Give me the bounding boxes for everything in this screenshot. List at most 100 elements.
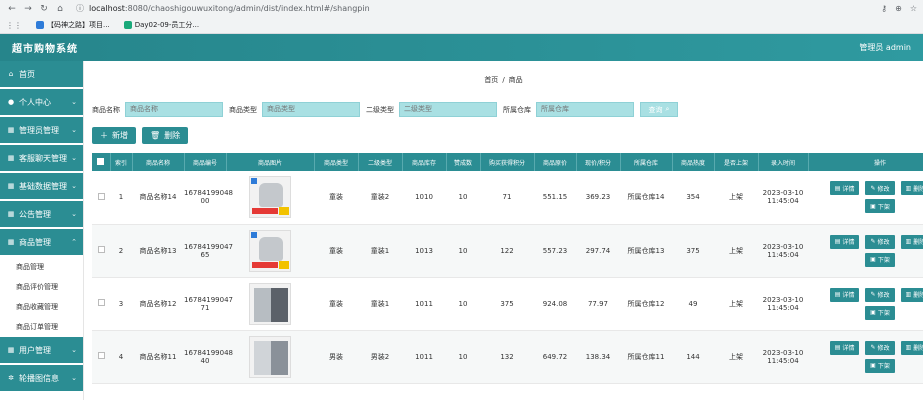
row-delete-button[interactable]: ▥ 删除 bbox=[900, 340, 923, 355]
sidebar-item-profile[interactable]: ● 个人中心 ⌄ bbox=[0, 89, 83, 115]
edit-button[interactable]: ✎ 修改 bbox=[865, 234, 895, 249]
user-info[interactable]: 管理员 admin bbox=[859, 42, 911, 53]
home-nav-icon[interactable]: ⌂ bbox=[54, 4, 66, 14]
submenu-item-reviews[interactable]: 商品评价管理 bbox=[0, 277, 83, 297]
reload-icon[interactable]: ↻ bbox=[38, 4, 50, 14]
cell-index: 1 bbox=[110, 171, 132, 225]
bookmark-label: 【码神之路】项目... bbox=[47, 21, 110, 29]
row-select-cell[interactable] bbox=[92, 330, 110, 384]
cell-time: 2023-03-10 11:45:04 bbox=[758, 277, 808, 331]
off-shelf-label: 下架 bbox=[877, 257, 890, 264]
user-icon: ● bbox=[7, 98, 15, 106]
cell-shelf: 上架 bbox=[714, 277, 758, 331]
cell-now: 369.23 bbox=[576, 171, 620, 225]
edit-button[interactable]: ✎ 修改 bbox=[865, 181, 895, 196]
off-shelf-button[interactable]: ▣ 下架 bbox=[865, 305, 895, 320]
type-select[interactable] bbox=[262, 102, 360, 117]
search-button[interactable]: 查询 ⌕ bbox=[640, 102, 678, 117]
cell-heat: 49 bbox=[672, 277, 714, 331]
product-image[interactable] bbox=[249, 176, 291, 219]
breadcrumb: 首页 / 商品 bbox=[84, 75, 923, 87]
select-all-cell[interactable] bbox=[92, 153, 111, 171]
row-delete-button[interactable]: ▥ 删除 bbox=[900, 234, 923, 249]
select-all-checkbox[interactable] bbox=[97, 157, 105, 165]
cell-points: 71 bbox=[480, 171, 534, 225]
apps-icon[interactable]: ⋮⋮ bbox=[6, 21, 22, 30]
grid-icon: ▦ bbox=[7, 238, 15, 246]
sidebar-item-label: 公告管理 bbox=[19, 209, 51, 219]
detail-label: 详情 bbox=[842, 185, 855, 193]
col-header: 录入时间 bbox=[758, 153, 809, 171]
row-delete-button[interactable]: ▥ 删除 bbox=[900, 181, 923, 196]
row-delete-label: 删除 bbox=[913, 239, 923, 246]
warehouse-select[interactable] bbox=[536, 102, 634, 117]
cell-price: 924.08 bbox=[534, 277, 576, 331]
off-shelf-button[interactable]: ▣ 下架 bbox=[865, 358, 895, 373]
row-checkbox[interactable] bbox=[97, 192, 105, 200]
sidebar-item-notice[interactable]: ▦ 公告管理 ⌄ bbox=[0, 201, 83, 227]
cell-name: 商品名称12 bbox=[132, 277, 184, 331]
cell-price: 649.72 bbox=[534, 330, 576, 384]
cell-type: 童装 bbox=[314, 224, 358, 278]
sidebar-item-basedata[interactable]: ▦ 基础数据管理 ⌄ bbox=[0, 173, 83, 199]
detail-button[interactable]: ▤ 详情 bbox=[829, 340, 860, 355]
address-row: ← → ↻ ⌂ ⓘ localhost:8080/chaoshigouwuxit… bbox=[0, 0, 923, 17]
breadcrumb-home[interactable]: 首页 bbox=[484, 76, 498, 84]
off-shelf-button[interactable]: ▣ 下架 bbox=[865, 199, 895, 214]
table-row: 3 商品名称12 16784199047 71 童装 童装1 1011 10 3… bbox=[92, 277, 923, 331]
edit-button[interactable]: ✎ 修改 bbox=[865, 340, 895, 355]
back-icon[interactable]: ← bbox=[6, 4, 18, 14]
cell-name: 商品名称13 bbox=[132, 224, 184, 278]
table-row: 4 商品名称11 16784199048 40 男装 男装2 1011 10 1… bbox=[92, 330, 923, 384]
add-button[interactable]: ＋ 新增 bbox=[92, 127, 136, 144]
cell-image bbox=[226, 330, 314, 384]
product-image[interactable] bbox=[249, 282, 291, 325]
main-content: 首页/商品 商品名称 商品类型 二级类型 所属仓库 查询⌕ ＋新增 🗑删除 索引… bbox=[84, 61, 923, 400]
address-bar[interactable]: ⓘ localhost:8080/chaoshigouwuxitong/admi… bbox=[76, 3, 370, 14]
search-icon: ⌕ bbox=[665, 105, 670, 113]
forward-icon[interactable]: → bbox=[22, 4, 34, 14]
app-title: 超市购物系统 bbox=[12, 44, 78, 55]
submenu-item-favorites[interactable]: 商品收藏管理 bbox=[0, 297, 83, 317]
detail-button[interactable]: ▤ 详情 bbox=[829, 234, 860, 249]
sidebar-item-chat[interactable]: ▦ 客服聊天管理 ⌄ bbox=[0, 145, 83, 171]
product-image[interactable] bbox=[249, 335, 291, 378]
zoom-icon[interactable]: ⊕ bbox=[895, 4, 902, 13]
cell-time: 2023-03-10 11:45:04 bbox=[758, 224, 808, 278]
sidebar-item-home[interactable]: ⌂ 首页 bbox=[0, 61, 83, 87]
key-icon[interactable]: ⚷ bbox=[881, 4, 887, 13]
name-input[interactable] bbox=[125, 102, 223, 117]
star-icon[interactable]: ☆ bbox=[910, 4, 917, 13]
submenu-item-goods[interactable]: 商品管理 bbox=[0, 257, 83, 277]
off-shelf-button[interactable]: ▣ 下架 bbox=[865, 252, 895, 267]
row-checkbox[interactable] bbox=[97, 246, 105, 253]
subtype-select[interactable] bbox=[399, 102, 497, 117]
bookmark-2[interactable]: Day02-09-员工分... bbox=[123, 20, 199, 30]
submenu-item-orders[interactable]: 商品订单管理 bbox=[0, 317, 83, 337]
sidebar-item-users[interactable]: ▦ 用户管理 ⌄ bbox=[0, 337, 83, 363]
product-image[interactable] bbox=[249, 229, 291, 272]
cell-subtype: 童装1 bbox=[358, 277, 402, 331]
row-delete-label: 删除 bbox=[913, 345, 923, 352]
row-checkbox[interactable] bbox=[97, 299, 105, 306]
edit-button[interactable]: ✎ 修改 bbox=[865, 287, 895, 302]
row-delete-button[interactable]: ▥ 删除 bbox=[900, 287, 923, 302]
edit-icon: ✎ bbox=[870, 238, 876, 245]
sidebar-item-goods[interactable]: ▦ 商品管理 ⌃ bbox=[0, 229, 83, 255]
detail-button[interactable]: ▤ 详情 bbox=[829, 287, 860, 302]
sidebar-item-admin[interactable]: ▦ 管理员管理 ⌄ bbox=[0, 117, 83, 143]
cell-points: 122 bbox=[480, 224, 534, 278]
row-select-cell[interactable] bbox=[92, 171, 110, 225]
cell-subtype: 童装1 bbox=[358, 224, 402, 278]
delete-button[interactable]: 🗑 删除 bbox=[142, 127, 189, 144]
detail-button[interactable]: ▤ 详情 bbox=[829, 181, 860, 196]
sidebar-item-label: 用户管理 bbox=[19, 345, 51, 355]
edit-icon: ✎ bbox=[870, 184, 876, 192]
row-checkbox[interactable] bbox=[97, 352, 105, 359]
info-icon[interactable]: ⓘ bbox=[76, 3, 84, 14]
row-select-cell[interactable] bbox=[92, 224, 110, 278]
row-select-cell[interactable] bbox=[92, 277, 110, 331]
bookmark-1[interactable]: 【码神之路】项目... bbox=[36, 20, 110, 30]
sidebar-item-carousel[interactable]: ✲ 轮播图信息 ⌄ bbox=[0, 365, 83, 391]
cell-shelf: 上架 bbox=[714, 330, 758, 384]
